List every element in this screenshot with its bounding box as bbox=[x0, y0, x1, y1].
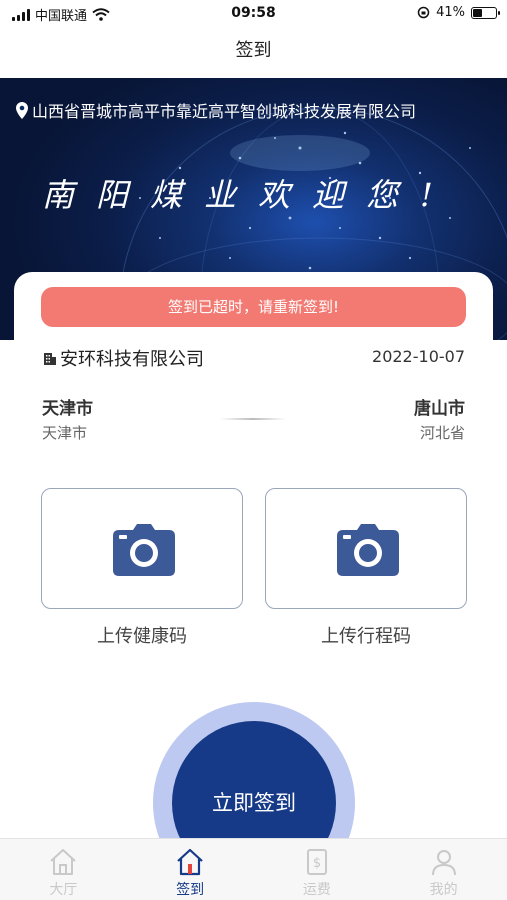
company-name: 安环科技有限公司 bbox=[60, 349, 204, 370]
timeout-alert: 签到已超时，请重新签到! bbox=[41, 287, 466, 327]
location-label: 山西省晋城市高平市靠近高平智创城科技发展有限公司 bbox=[16, 98, 416, 122]
location-pin-icon bbox=[16, 101, 28, 119]
svg-text:$: $ bbox=[313, 856, 321, 871]
tab-hall-label: 大厅 bbox=[49, 882, 78, 898]
origin-city: 天津市 bbox=[42, 399, 93, 419]
signin-date: 2022-10-07 bbox=[372, 347, 465, 366]
destination-city: 唐山市 bbox=[414, 399, 465, 419]
route-arrow bbox=[220, 418, 286, 420]
origin-province: 天津市 bbox=[42, 424, 88, 442]
tab-signin-label: 签到 bbox=[176, 882, 205, 898]
tab-signin[interactable]: 签到 bbox=[127, 839, 254, 900]
battery-percent: 41% bbox=[436, 5, 465, 20]
tab-freight-label: 运费 bbox=[302, 882, 331, 898]
battery-info: 41% bbox=[417, 5, 500, 20]
tab-profile[interactable]: 我的 bbox=[380, 839, 507, 900]
tab-hall[interactable]: 大厅 bbox=[0, 839, 127, 900]
signin-card: 签到已超时，请重新签到! 安环科技有限公司 2022-10-07 天津市 天津市… bbox=[14, 272, 493, 900]
welcome-text: 南阳煤业欢迎您! bbox=[42, 176, 455, 214]
signin-icon bbox=[177, 848, 203, 876]
upload-health-code-button[interactable] bbox=[41, 488, 243, 609]
tab-profile-label: 我的 bbox=[429, 882, 458, 898]
orientation-lock-icon bbox=[417, 6, 430, 19]
upload-trip-code-button[interactable] bbox=[265, 488, 467, 609]
health-code-label: 上传健康码 bbox=[97, 626, 187, 647]
profile-icon bbox=[431, 850, 456, 876]
location-text: 山西省晋城市高平市靠近高平智创城科技发展有限公司 bbox=[32, 102, 417, 121]
page-title: 签到 bbox=[235, 40, 272, 61]
tab-freight[interactable]: $ 运费 bbox=[254, 839, 381, 900]
home-icon bbox=[50, 849, 77, 875]
status-bar: 中国联通 09:58 41% bbox=[0, 0, 507, 28]
freight-icon: $ bbox=[306, 849, 327, 875]
tab-bar: 大厅 签到 $ 运费 我的 bbox=[0, 838, 507, 900]
trip-code-label: 上传行程码 bbox=[321, 626, 411, 647]
camera-icon bbox=[113, 524, 175, 576]
navigation-bar: 签到 bbox=[0, 28, 507, 78]
battery-icon bbox=[471, 6, 500, 19]
destination-province: 河北省 bbox=[419, 424, 465, 442]
building-icon bbox=[44, 353, 56, 365]
camera-icon bbox=[337, 524, 399, 576]
company-row: 安环科技有限公司 bbox=[42, 345, 204, 371]
